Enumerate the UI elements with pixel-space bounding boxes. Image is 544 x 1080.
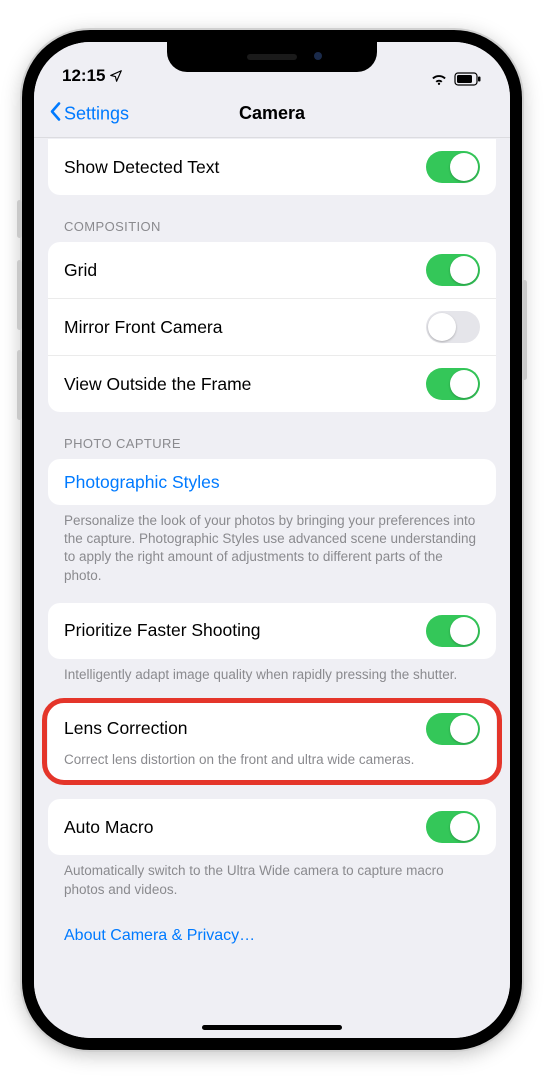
toggle-mirror-front-camera[interactable]: [426, 311, 480, 343]
row-label: Auto Macro: [64, 817, 153, 838]
card-photographic-styles: Photographic Styles: [48, 459, 496, 505]
phone-frame: 12:15 Settings Came: [22, 30, 522, 1050]
card-show-detected-text: Show Detected Text: [48, 139, 496, 195]
power-button: [522, 280, 527, 380]
row-view-outside-frame[interactable]: View Outside the Frame: [48, 355, 496, 412]
row-grid[interactable]: Grid: [48, 242, 496, 298]
row-photographic-styles[interactable]: Photographic Styles: [48, 459, 496, 505]
volume-down: [17, 350, 22, 420]
row-label: Prioritize Faster Shooting: [64, 620, 260, 641]
chevron-left-icon: [48, 101, 62, 126]
footer-auto-macro: Automatically switch to the Ultra Wide c…: [48, 855, 496, 902]
card-composition: Grid Mirror Front Camera View Outside th…: [48, 242, 496, 412]
card-auto-macro: Auto Macro: [48, 799, 496, 855]
back-label: Settings: [64, 103, 129, 124]
wifi-icon: [430, 72, 448, 86]
page-title: Camera: [239, 103, 305, 124]
location-arrow-icon: [109, 69, 123, 83]
row-mirror-front-camera[interactable]: Mirror Front Camera: [48, 298, 496, 355]
battery-icon: [454, 72, 482, 86]
volume-up: [17, 260, 22, 330]
row-label: Grid: [64, 260, 97, 281]
row-show-detected-text[interactable]: Show Detected Text: [48, 139, 496, 195]
footer-prioritize: Intelligently adapt image quality when r…: [48, 659, 496, 688]
link-photographic-styles: Photographic Styles: [64, 472, 220, 493]
settings-content[interactable]: Show Detected Text COMPOSITION Grid Mirr…: [34, 138, 510, 1038]
row-auto-macro[interactable]: Auto Macro: [48, 799, 496, 855]
toggle-auto-macro[interactable]: [426, 811, 480, 843]
toggle-prioritize-faster-shooting[interactable]: [426, 615, 480, 647]
row-label: Show Detected Text: [64, 157, 219, 178]
card-lens-correction: Lens Correction Correct lens distortion …: [48, 702, 496, 781]
section-header-photo-capture: PHOTO CAPTURE: [48, 412, 496, 459]
highlight-lens-correction: Lens Correction Correct lens distortion …: [48, 702, 496, 781]
section-header-composition: COMPOSITION: [48, 195, 496, 242]
toggle-view-outside-frame[interactable]: [426, 368, 480, 400]
row-label: Lens Correction: [64, 718, 188, 739]
footer-photographic-styles: Personalize the look of your photos by b…: [48, 505, 496, 589]
card-prioritize-shooting: Prioritize Faster Shooting: [48, 603, 496, 659]
screen: 12:15 Settings Came: [34, 42, 510, 1038]
home-indicator[interactable]: [202, 1025, 342, 1030]
row-prioritize-faster-shooting[interactable]: Prioritize Faster Shooting: [48, 603, 496, 659]
status-time: 12:15: [62, 66, 105, 86]
back-button[interactable]: Settings: [48, 101, 129, 126]
nav-bar: Settings Camera: [34, 90, 510, 138]
mute-switch: [17, 200, 22, 238]
notch: [167, 42, 377, 72]
link-about-camera-privacy[interactable]: About Camera & Privacy…: [48, 913, 496, 959]
row-label: View Outside the Frame: [64, 374, 251, 395]
toggle-grid[interactable]: [426, 254, 480, 286]
footer-lens-correction: Correct lens distortion on the front and…: [64, 751, 480, 769]
toggle-lens-correction[interactable]: [426, 713, 480, 745]
toggle-show-detected-text[interactable]: [426, 151, 480, 183]
row-label: Mirror Front Camera: [64, 317, 223, 338]
